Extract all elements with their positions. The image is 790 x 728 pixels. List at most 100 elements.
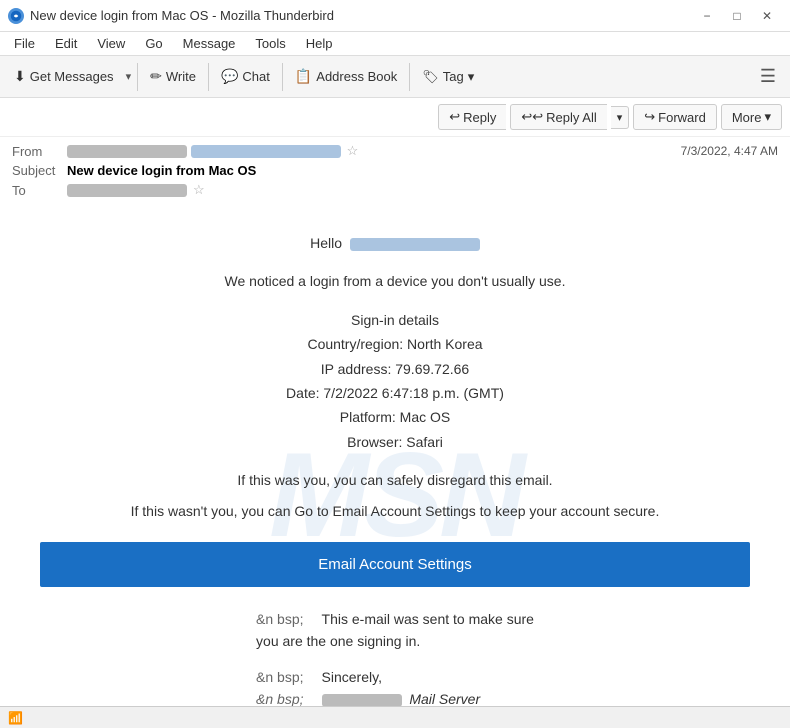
title-bar: New device login from Mac OS - Mozilla T… xyxy=(0,0,790,32)
reply-all-label: Reply All xyxy=(546,110,597,125)
nbsp-cell-1: &n bsp; xyxy=(248,609,311,629)
to-label: To xyxy=(12,183,67,198)
menu-edit[interactable]: Edit xyxy=(47,34,85,53)
platform-line: Platform: Mac OS xyxy=(40,406,750,428)
email-body: MSN Hello We noticed a login from a devi… xyxy=(0,204,790,706)
hello-text: Hello xyxy=(310,235,342,251)
more-button[interactable]: More ▾ xyxy=(721,104,782,130)
get-messages-icon: ⬇ xyxy=(14,68,26,85)
reply-all-dropdown[interactable]: ▾ xyxy=(611,106,630,129)
subject-label: Subject xyxy=(12,163,67,178)
address-book-icon: 📋 xyxy=(295,68,312,85)
email-meta: From ☆ 7/3/2022, 4:47 AM Subject New dev… xyxy=(0,137,790,204)
footer-row-2: you are the one signing in. xyxy=(248,631,542,651)
to-star-icon[interactable]: ☆ xyxy=(193,182,205,198)
address-book-label: Address Book xyxy=(316,69,397,84)
reply-button[interactable]: ↩ Reply xyxy=(438,104,506,130)
browser-line: Browser: Safari xyxy=(40,431,750,453)
email-scroll: MSN Hello We noticed a login from a devi… xyxy=(0,204,790,706)
country-line: Country/region: North Korea xyxy=(40,333,750,355)
footer-row-3: &n bsp; Sincerely, xyxy=(248,667,542,687)
forward-label: Forward xyxy=(658,110,706,125)
chat-icon: 💬 xyxy=(221,68,238,85)
toolbar: ⬇ Get Messages ▾ ✏ Write 💬 Chat 📋 Addres… xyxy=(0,56,790,98)
menu-tools[interactable]: Tools xyxy=(247,34,293,53)
email-content: Hello We noticed a login from a device y… xyxy=(40,232,750,706)
sincerely-text: Sincerely, xyxy=(314,667,542,687)
menu-go[interactable]: Go xyxy=(137,34,170,53)
chat-label: Chat xyxy=(242,69,269,84)
reply-label: Reply xyxy=(463,110,496,125)
footer-row-4: &n bsp; Mail Server xyxy=(248,689,542,706)
title-bar-controls: − □ ✕ xyxy=(692,1,782,31)
tag-icon: 🏷 xyxy=(422,69,439,85)
to-row: To ☆ xyxy=(12,180,778,200)
menu-file[interactable]: File xyxy=(6,34,43,53)
footer-table: &n bsp; This e-mail was sent to make sur… xyxy=(246,607,544,706)
footer-row-spacer xyxy=(248,653,542,665)
window-title: New device login from Mac OS - Mozilla T… xyxy=(30,8,334,23)
signal-icon: 📶 xyxy=(8,711,23,725)
get-messages-label: Get Messages xyxy=(30,69,114,84)
title-bar-left: New device login from Mac OS - Mozilla T… xyxy=(8,8,334,24)
close-button[interactable]: ✕ xyxy=(752,1,782,31)
recipient-email-redacted xyxy=(350,238,480,251)
email-date: 7/3/2022, 4:47 AM xyxy=(681,144,778,158)
maximize-button[interactable]: □ xyxy=(722,1,752,31)
mail-server-label: Mail Server xyxy=(409,691,480,706)
from-name-redacted xyxy=(67,145,187,158)
footer-row-1: &n bsp; This e-mail was sent to make sur… xyxy=(248,609,542,629)
tag-button[interactable]: 🏷 Tag ▾ xyxy=(414,61,482,93)
email-subject: New device login from Mac OS xyxy=(67,163,256,178)
write-label: Write xyxy=(166,69,196,84)
separator-1 xyxy=(137,63,138,91)
date-line: Date: 7/2/2022 6:47:18 p.m. (GMT) xyxy=(40,382,750,404)
forward-button[interactable]: ↪ Forward xyxy=(633,104,717,130)
email-header-section: ↩ Reply ↩↩ Reply All ▾ ↪ Forward More ▾ … xyxy=(0,98,790,204)
get-messages-dropdown[interactable]: ▾ xyxy=(124,61,134,93)
ip-line: IP address: 79.69.72.66 xyxy=(40,358,750,380)
from-row: From ☆ 7/3/2022, 4:47 AM xyxy=(12,141,778,161)
star-icon[interactable]: ☆ xyxy=(347,143,359,159)
footer-text-2: you are the one signing in. xyxy=(248,631,542,651)
reply-all-icon: ↩↩ xyxy=(521,109,543,125)
menu-view[interactable]: View xyxy=(89,34,133,53)
menu-help[interactable]: Help xyxy=(298,34,341,53)
minimize-button[interactable]: − xyxy=(692,1,722,31)
from-label: From xyxy=(12,144,67,159)
sign-in-label: Sign-in details xyxy=(40,309,750,331)
chat-button[interactable]: 💬 Chat xyxy=(213,61,278,93)
email-actions-bar: ↩ Reply ↩↩ Reply All ▾ ↪ Forward More ▾ xyxy=(0,98,790,137)
mail-server-name-redacted xyxy=(322,694,402,706)
subject-row: Subject New device login from Mac OS xyxy=(12,161,778,180)
menu-message[interactable]: Message xyxy=(175,34,244,53)
address-book-button[interactable]: 📋 Address Book xyxy=(287,61,405,93)
sign-in-details: Sign-in details Country/region: North Ko… xyxy=(40,309,750,453)
more-label: More xyxy=(732,110,762,125)
forward-icon: ↪ xyxy=(644,109,655,125)
get-messages-button[interactable]: ⬇ Get Messages xyxy=(6,61,122,93)
nbsp-cell-3: &n bsp; xyxy=(248,689,311,706)
notice-line: We noticed a login from a device you don… xyxy=(40,270,750,292)
nbsp-cell-2: &n bsp; xyxy=(248,667,311,687)
main-layout: ↩ Reply ↩↩ Reply All ▾ ↪ Forward More ▾ … xyxy=(0,98,790,706)
hamburger-menu-button[interactable]: ☰ xyxy=(752,61,784,93)
email-account-settings-button[interactable]: Email Account Settings xyxy=(40,542,750,587)
write-button[interactable]: ✏ Write xyxy=(142,61,204,93)
write-icon: ✏ xyxy=(150,68,162,85)
status-bar: 📶 xyxy=(0,706,790,728)
separator-2 xyxy=(208,63,209,91)
if-you-line: If this was you, you can safely disregar… xyxy=(40,469,750,491)
reply-icon: ↩ xyxy=(449,109,460,125)
mail-server-cell: Mail Server xyxy=(314,689,542,706)
reply-all-button[interactable]: ↩↩ Reply All xyxy=(510,104,606,130)
separator-4 xyxy=(409,63,410,91)
thunderbird-icon xyxy=(8,8,24,24)
from-email-redacted xyxy=(191,145,341,158)
footer-text-1: This e-mail was sent to make sure xyxy=(314,609,542,629)
separator-3 xyxy=(282,63,283,91)
menu-bar: File Edit View Go Message Tools Help xyxy=(0,32,790,56)
tag-dropdown-icon: ▾ xyxy=(468,69,475,85)
more-dropdown-icon: ▾ xyxy=(764,109,771,125)
hello-line: Hello xyxy=(40,232,750,254)
